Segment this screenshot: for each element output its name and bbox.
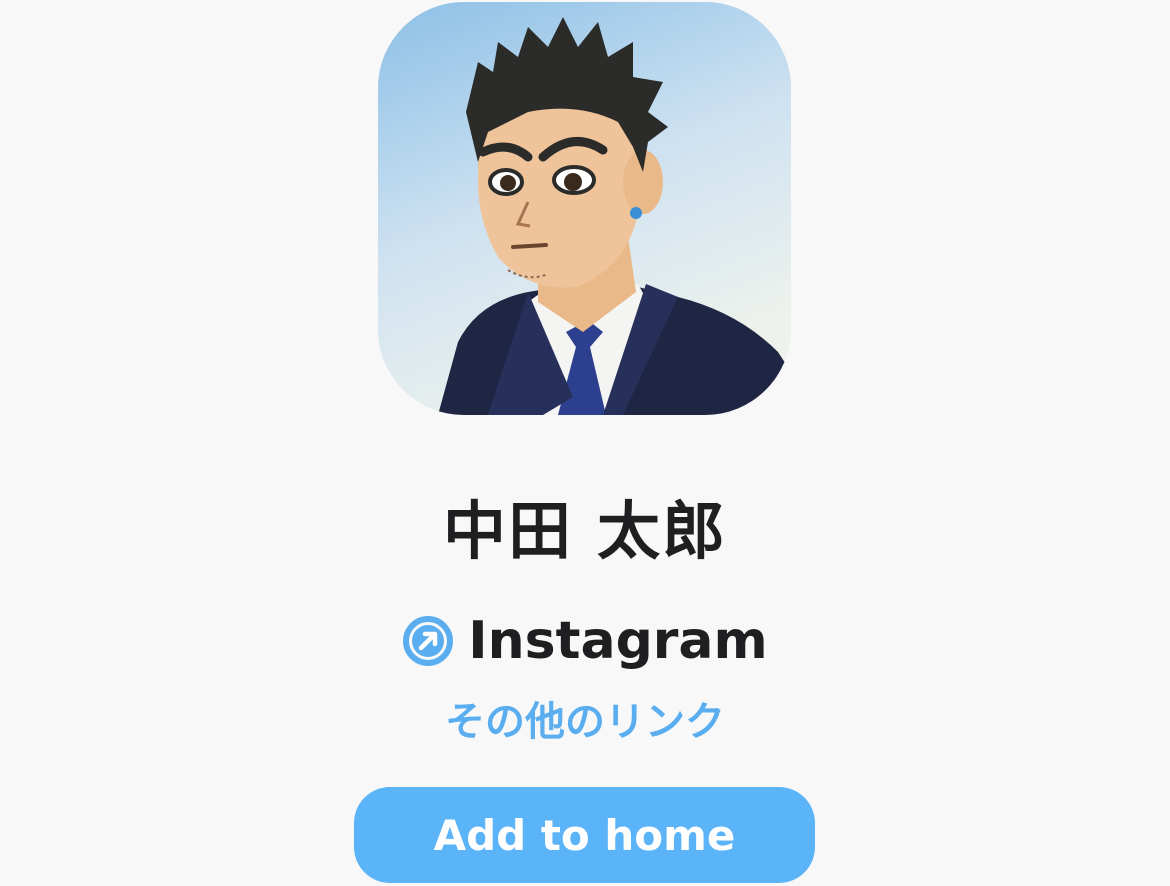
profile-page: 中田 太郎 Instagram その他のリンク Add to home — [0, 0, 1170, 886]
profile-name: 中田 太郎 — [443, 495, 727, 568]
more-links-link[interactable]: その他のリンク — [0, 692, 1170, 752]
link-instagram[interactable]: Instagram — [0, 608, 1170, 674]
avatar — [378, 2, 791, 415]
external-link-arrow-icon — [402, 615, 454, 667]
avatar-illustration — [378, 2, 791, 415]
link-label: Instagram — [468, 611, 768, 671]
add-to-home-button[interactable]: Add to home — [354, 787, 815, 883]
